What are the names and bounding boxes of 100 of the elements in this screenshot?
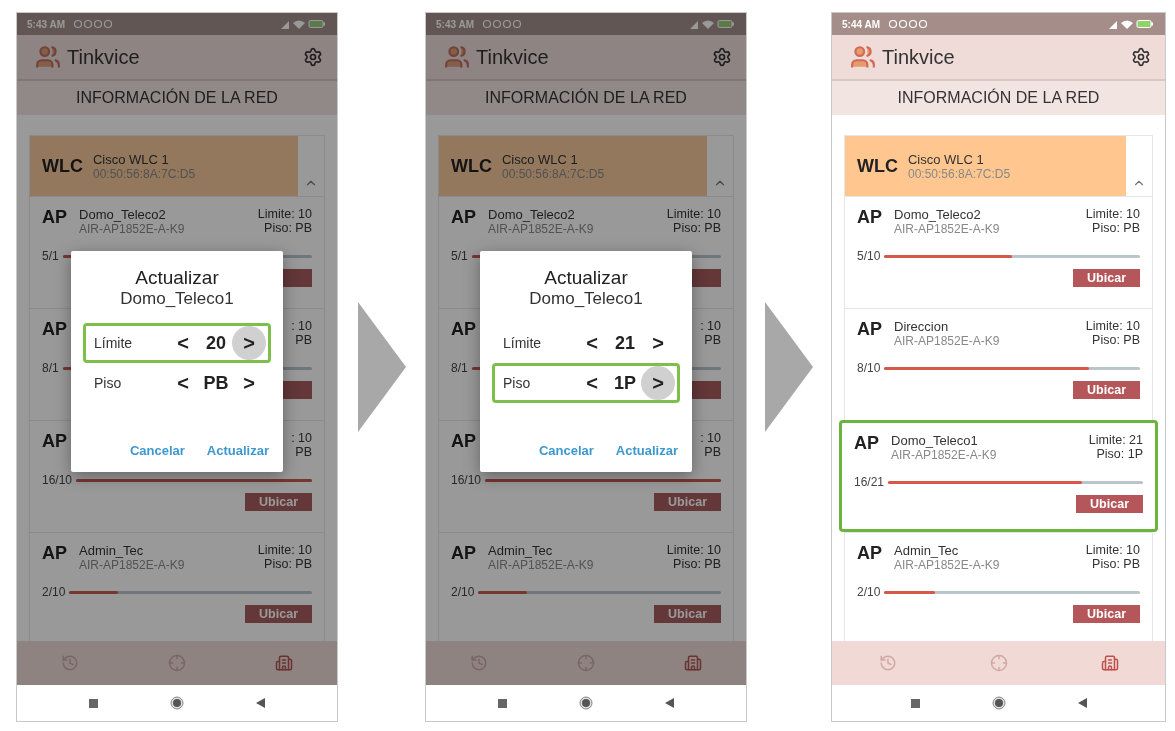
square-nav-icon[interactable]: [498, 698, 507, 708]
device-name: Cisco WLC 1: [93, 151, 170, 167]
signal-wifi-battery-icons: [690, 19, 736, 29]
limit-text: Limite: 21: [1088, 433, 1143, 447]
limit-text: Limite: 10: [1085, 207, 1140, 221]
stepper-value: PB: [202, 372, 230, 394]
settings-icon[interactable]: [712, 47, 732, 67]
locate-button[interactable]: Ubicar: [245, 493, 312, 511]
crosshair-icon: [168, 654, 186, 672]
device-type-label: AP: [854, 433, 879, 454]
locate-button[interactable]: Ubicar: [654, 493, 721, 511]
usage-counter: 2/10: [42, 585, 66, 599]
history-icon: [470, 654, 489, 672]
increment-button[interactable]: >: [641, 366, 675, 400]
locate-button[interactable]: Ubicar: [1076, 495, 1143, 513]
locate-button[interactable]: Ubicar: [1073, 381, 1140, 399]
mac-address: 00:50:56:8A:7C:D5: [502, 166, 606, 181]
device-type-label: WLC: [857, 155, 898, 177]
dialog-subtitle: Domo_Teleco1: [120, 289, 234, 309]
home-circle-icon[interactable]: [170, 696, 184, 710]
history-icon: [878, 654, 897, 672]
dialog-button[interactable]: Cancelar: [127, 441, 187, 460]
device-model: AIR-AP1852E-A-K9: [894, 558, 1001, 572]
floor-text: Piso: PB: [673, 221, 721, 235]
device-type-label: AP: [42, 431, 67, 452]
device-model: AIR-AP1852E-A-K9: [894, 222, 1001, 236]
floor-text: Piso: PB: [264, 221, 312, 235]
dialog-button[interactable]: Actualizar: [613, 441, 680, 460]
floor-text: Piso: PB: [264, 557, 312, 571]
decrement-button[interactable]: <: [575, 326, 609, 360]
floor-text: Piso: PB: [1092, 333, 1140, 347]
floor-text: PB: [295, 333, 312, 347]
stepper-label: Piso: [94, 375, 123, 391]
square-nav-icon[interactable]: [910, 698, 920, 708]
crosshair-icon: [577, 654, 595, 672]
locate-button[interactable]: Ubicar: [1073, 269, 1140, 287]
increment-button[interactable]: >: [232, 366, 266, 400]
building-icon: [683, 654, 702, 672]
locate-button[interactable]: Ubicar: [1073, 605, 1140, 623]
device-type-label: AP: [857, 207, 882, 228]
stepper-value: 21: [614, 332, 636, 354]
back-triangle-icon[interactable]: [1077, 698, 1087, 708]
people-logo-icon: [35, 44, 61, 70]
square-nav-icon[interactable]: [89, 698, 98, 708]
stepper-label: Límite: [503, 335, 543, 351]
status-time: 5:43 AM: [436, 18, 474, 30]
decrement-button[interactable]: <: [166, 326, 200, 360]
floor-text: Piso: 1P: [1096, 447, 1143, 461]
locate-button[interactable]: Ubicar: [245, 605, 312, 623]
stepper-value: 20: [205, 332, 227, 354]
device-name: Domo_Teleco1: [891, 433, 979, 448]
usage-counter: 2/10: [451, 585, 475, 599]
dialog-button[interactable]: Actualizar: [204, 441, 271, 460]
dialog-button[interactable]: Cancelar: [536, 441, 596, 460]
device-model: AIR-AP1852E-A-K9: [488, 222, 595, 236]
limit-text: Limite: 10: [257, 543, 312, 557]
usage-counter: 8/10: [857, 361, 881, 375]
notification-icons: [888, 19, 928, 29]
home-circle-icon[interactable]: [991, 696, 1006, 710]
dialog-title: Actualizar: [544, 267, 628, 289]
stepper-label: Límite: [94, 335, 134, 351]
section-title: INFORMACIÓN DE LA RED: [485, 89, 687, 107]
device-type-label: AP: [42, 543, 67, 564]
decrement-button[interactable]: <: [575, 366, 609, 400]
floor-text: PB: [704, 445, 721, 459]
limit-text: : 10: [700, 431, 721, 445]
signal-wifi-battery-icons: [281, 19, 327, 29]
dialog-subtitle: Domo_Teleco1: [529, 289, 643, 309]
back-triangle-icon[interactable]: [256, 698, 265, 708]
home-circle-icon[interactable]: [579, 696, 593, 710]
device-name: Direccion: [894, 319, 950, 334]
back-triangle-icon[interactable]: [665, 698, 674, 708]
device-type-label: AP: [42, 207, 67, 228]
device-type-label: AP: [857, 543, 882, 564]
mac-address: 00:50:56:8A:7C:D5: [93, 166, 197, 181]
limit-text: Limite: 10: [666, 207, 721, 221]
floor-text: Piso: PB: [673, 557, 721, 571]
history-icon: [61, 654, 80, 672]
usage-counter: 16/21: [854, 475, 885, 489]
stepper-value: 1P: [613, 372, 637, 394]
floor-text: PB: [295, 445, 312, 459]
signal-wifi-battery-icons: [1109, 19, 1155, 29]
people-logo-icon: [444, 44, 470, 70]
floor-text: Piso: PB: [1092, 221, 1140, 235]
settings-icon[interactable]: [303, 47, 323, 67]
device-model: AIR-AP1852E-A-K9: [894, 334, 1001, 348]
decrement-button[interactable]: <: [166, 366, 200, 400]
settings-icon[interactable]: [1131, 47, 1151, 67]
app-title: Tinkvice: [882, 45, 956, 69]
device-model: AIR-AP1852E-A-K9: [79, 558, 186, 572]
section-title: INFORMACIÓN DE LA RED: [76, 89, 278, 107]
locate-button[interactable]: Ubicar: [654, 605, 721, 623]
device-type-label: AP: [451, 431, 476, 452]
increment-button[interactable]: >: [232, 326, 266, 360]
device-name: Admin_Tec: [79, 543, 145, 558]
limit-text: Limite: 10: [1085, 319, 1140, 333]
usage-counter: 5/1: [451, 249, 468, 263]
increment-button[interactable]: >: [641, 326, 675, 360]
notification-icons: [482, 19, 522, 29]
building-icon: [274, 654, 293, 672]
